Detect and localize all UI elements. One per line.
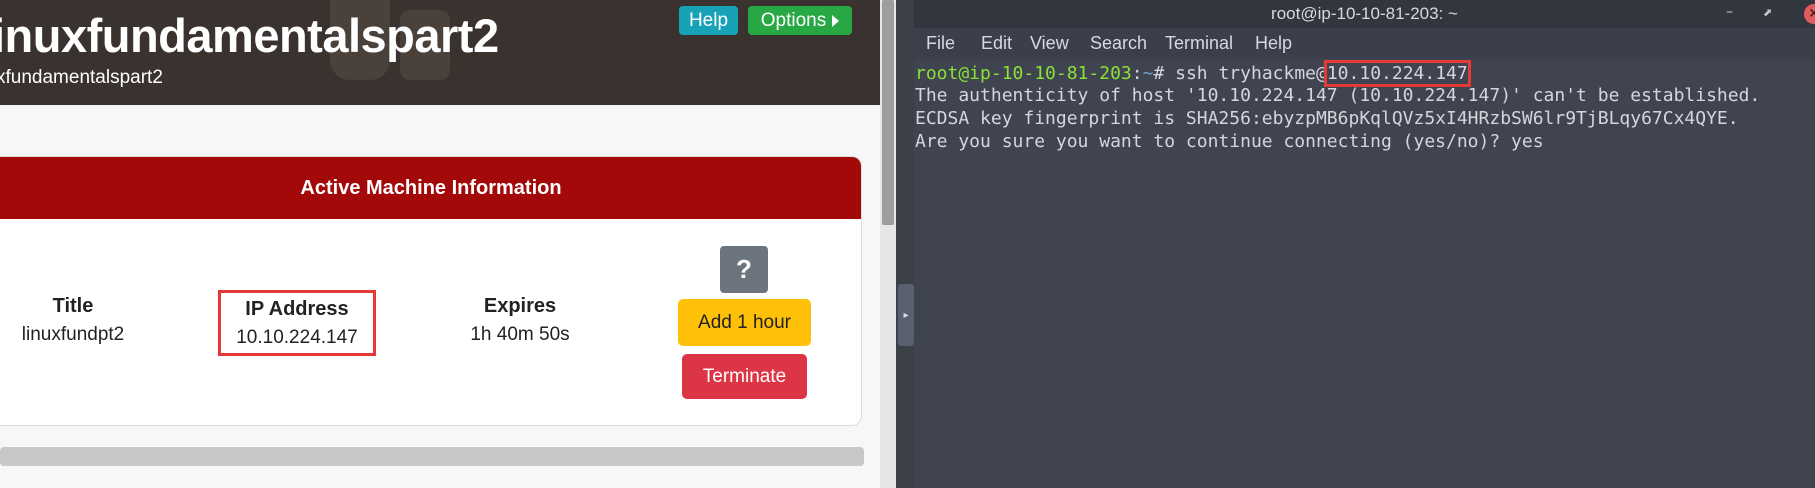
room-subtitle: xfundamentalspart2 [0, 67, 163, 88]
expires-field: Expires 1h 40m 50s [440, 295, 600, 346]
terminal-menubar: File Edit View Search Terminal Help [914, 28, 1815, 59]
drag-handle-icon[interactable]: ▸ [898, 284, 914, 346]
machine-title-field: Title linuxfundpt2 [8, 295, 138, 346]
browser-scroll-thumb[interactable] [882, 0, 894, 225]
machine-help-button[interactable]: ? [720, 246, 768, 293]
output-line: The authenticity of host '10.10.224.147 … [915, 85, 1761, 106]
ip-label: IP Address [245, 298, 349, 320]
options-button-label: Options [760, 9, 827, 31]
options-button[interactable]: Options [748, 6, 852, 35]
output-line: Are you sure you want to continue connec… [915, 131, 1544, 152]
card-header-title: Active Machine Information [300, 176, 562, 199]
command-host: 10.10.224.147 [1323, 60, 1471, 87]
menu-help[interactable]: Help [1255, 33, 1292, 54]
ip-address-field: IP Address 10.10.224.147 [218, 290, 376, 356]
maximize-icon[interactable]: ⬈ [1763, 6, 1772, 19]
command-line: root@ip-10-10-81-203:~# ssh tryhackme@10… [915, 60, 1471, 87]
prompt-separator: : [1131, 63, 1143, 84]
expires-label: Expires [483, 295, 557, 317]
prompt-symbol: # [1153, 63, 1176, 84]
output-line: ECDSA key fingerprint is SHA256:ebyzpMB6… [915, 108, 1739, 129]
window-title: root@ip-10-10-81-203: ~ [1271, 4, 1458, 23]
menu-file[interactable]: File [926, 33, 955, 54]
prompt-user: root@ip-10-10-81-203 [915, 63, 1132, 84]
help-button[interactable]: Help [679, 6, 738, 35]
room-banner: inuxfundamentalspart2 xfundamentalspart2… [0, 0, 880, 105]
progress-bar [0, 447, 864, 466]
menu-terminal[interactable]: Terminal [1165, 33, 1233, 54]
card-header: Active Machine Information [0, 157, 861, 219]
command-text: ssh tryhackme@ [1175, 63, 1327, 84]
terminal-output[interactable]: root@ip-10-10-81-203:~# ssh tryhackme@10… [914, 59, 1815, 488]
caret-right-icon [832, 14, 840, 27]
menu-search[interactable]: Search [1090, 33, 1147, 54]
browser-pane: inuxfundamentalspart2 xfundamentalspart2… [0, 0, 880, 488]
menu-view[interactable]: View [1030, 33, 1069, 54]
room-title: inuxfundamentalspart2 [0, 9, 499, 62]
menu-edit[interactable]: Edit [981, 33, 1012, 54]
terminate-button[interactable]: Terminate [682, 354, 807, 399]
title-label: Title [52, 295, 94, 317]
prompt-path: ~ [1142, 63, 1154, 84]
terminal-window: root@ip-10-10-81-203: ~ – ⬈ × File Edit … [914, 0, 1815, 488]
title-value: linuxfundpt2 [21, 324, 125, 345]
minimize-icon[interactable]: – [1726, 4, 1733, 20]
add-hour-button[interactable]: Add 1 hour [678, 299, 811, 346]
expires-value: 1h 40m 50s [470, 324, 570, 345]
help-button-label: Help [688, 9, 729, 31]
ip-value: 10.10.224.147 [236, 327, 358, 348]
terminal-titlebar: root@ip-10-10-81-203: ~ – ⬈ × [914, 0, 1815, 28]
pane-splitter[interactable] [896, 0, 914, 488]
